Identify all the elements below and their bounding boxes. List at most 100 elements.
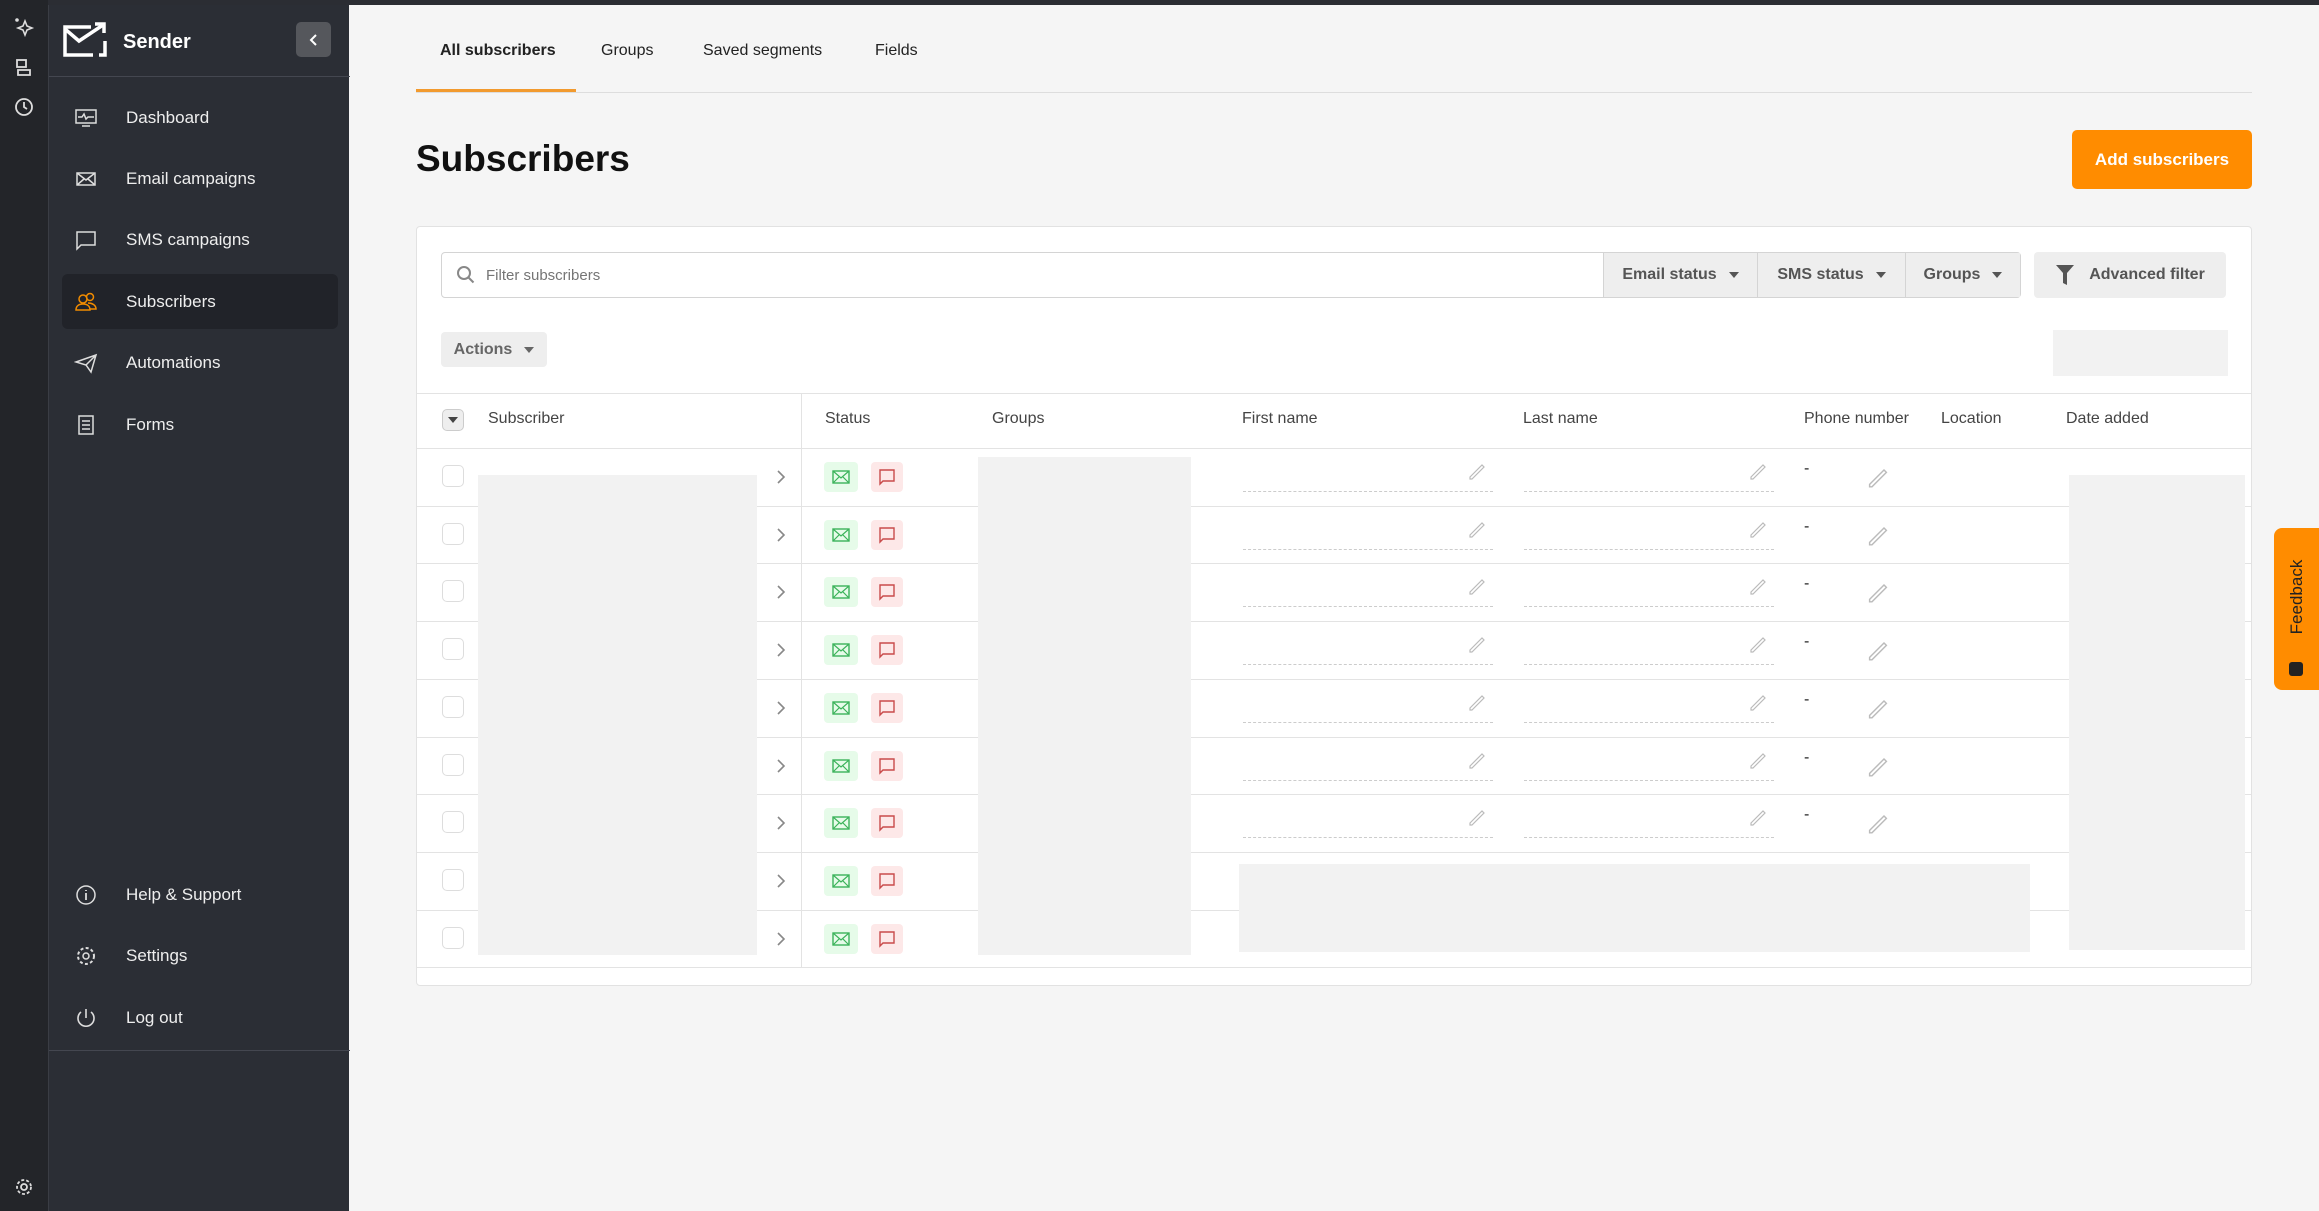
pencil-icon[interactable] (1467, 460, 1487, 480)
pencil-icon[interactable] (1748, 691, 1768, 711)
email-status-badge (824, 462, 858, 492)
chevron-right-icon[interactable] (775, 526, 787, 544)
advanced-filter-button[interactable]: Advanced filter (2034, 252, 2226, 298)
column-header-first-name[interactable]: First name (1242, 410, 1318, 428)
pencil-icon[interactable] (1866, 753, 1890, 777)
envelope-icon (832, 527, 850, 542)
sidebar-item-automations[interactable]: Automations (62, 336, 338, 391)
chevron-right-icon[interactable] (775, 641, 787, 659)
pencil-icon[interactable] (1748, 806, 1768, 826)
clock-icon[interactable] (12, 95, 36, 119)
sms-status-badge (871, 519, 903, 550)
sidebar-item-subscribers[interactable]: Subscribers (62, 274, 338, 330)
pencil-icon[interactable] (1866, 637, 1890, 661)
chevron-right-icon[interactable] (775, 872, 787, 890)
caret-down-icon (1992, 272, 2003, 278)
sidebar-item-label: SMS campaigns (126, 230, 250, 250)
row-checkbox[interactable] (442, 522, 464, 545)
pencil-icon[interactable] (1467, 575, 1487, 595)
groups-label: Groups (1923, 266, 1981, 283)
pencil-icon[interactable] (1467, 806, 1487, 826)
chevron-right-icon[interactable] (775, 757, 787, 775)
devices-icon[interactable] (12, 56, 36, 80)
search-input[interactable] (486, 266, 1603, 284)
row-checkbox[interactable] (442, 580, 464, 603)
row-checkbox[interactable] (442, 465, 464, 487)
sidebar-item-log-out[interactable]: Log out (62, 990, 338, 1045)
sparkle-icon[interactable] (12, 16, 36, 40)
row-checkbox[interactable] (442, 811, 464, 834)
pencil-icon[interactable] (1866, 810, 1890, 834)
column-header-location[interactable]: Location (1941, 410, 2002, 428)
row-checkbox[interactable] (442, 638, 464, 661)
sidebar-item-settings[interactable]: Settings (62, 929, 338, 984)
column-header-status[interactable]: Status (825, 410, 870, 428)
form-icon (78, 414, 94, 435)
gear-icon (77, 947, 95, 965)
tab-all-subscribers[interactable]: All subscribers (440, 42, 556, 60)
envelope-icon (832, 701, 850, 715)
pencil-icon[interactable] (1748, 460, 1768, 480)
feedback-icon (2289, 662, 2303, 676)
pencil-icon[interactable] (1866, 695, 1890, 719)
column-header-groups[interactable]: Groups (992, 410, 1044, 428)
envelope-icon (832, 585, 850, 600)
gear-icon[interactable] (12, 1175, 36, 1199)
chevron-right-icon[interactable] (775, 814, 787, 832)
select-all-checkbox[interactable] (442, 409, 464, 431)
sms-status-dropdown[interactable]: SMS status (1757, 253, 1905, 297)
sms-status-badge (871, 865, 903, 896)
sidebar-item-label: Dashboard (126, 107, 210, 127)
sidebar-item-forms[interactable]: Forms (62, 397, 338, 452)
column-header-subscriber[interactable]: Subscriber (488, 410, 564, 428)
pencil-icon[interactable] (1866, 579, 1890, 603)
chevron-left-icon (309, 33, 317, 46)
chevron-right-icon[interactable] (775, 583, 787, 601)
chat-bubble-icon (879, 700, 895, 717)
pencil-icon[interactable] (1467, 749, 1487, 769)
pencil-icon[interactable] (1748, 749, 1768, 769)
column-header-phone-number[interactable]: Phone number (1804, 410, 1909, 428)
app-name: Sender (123, 31, 191, 53)
pencil-icon[interactable] (1866, 522, 1890, 546)
sidebar-item-email-campaigns[interactable]: Email campaigns (62, 151, 338, 206)
sidebar-item-sms-campaigns[interactable]: SMS campaigns (62, 213, 338, 268)
feedback-tab[interactable]: Feedback (2274, 528, 2319, 690)
collapse-sidebar-button[interactable] (296, 22, 331, 57)
tab-groups[interactable]: Groups (601, 42, 653, 60)
phone-number: - (1804, 460, 1810, 477)
search-field[interactable] (442, 253, 1603, 297)
search-icon (457, 266, 475, 284)
pencil-icon[interactable] (1467, 633, 1487, 653)
email-status-dropdown[interactable]: Email status (1603, 253, 1757, 297)
email-status-badge (824, 635, 858, 666)
row-checkbox[interactable] (442, 753, 464, 776)
pencil-icon[interactable] (1467, 518, 1487, 538)
pencil-icon[interactable] (1467, 691, 1487, 711)
add-subscribers-button[interactable]: Add subscribers (2072, 130, 2252, 189)
tab-saved-segments[interactable]: Saved segments (703, 42, 822, 60)
pencil-icon[interactable] (1866, 464, 1890, 488)
chevron-right-icon[interactable] (775, 468, 787, 486)
row-checkbox[interactable] (442, 926, 464, 949)
pencil-icon[interactable] (1748, 633, 1768, 653)
row-checkbox[interactable] (442, 695, 464, 718)
column-header-date-added[interactable]: Date added (2066, 410, 2149, 428)
email-status-badge (824, 692, 858, 723)
pencil-icon[interactable] (1748, 518, 1768, 538)
redacted-subscriber-emails (478, 475, 757, 955)
row-checkbox[interactable] (442, 868, 464, 891)
actions-dropdown[interactable]: Actions (441, 332, 547, 367)
column-header-last-name[interactable]: Last name (1523, 410, 1598, 428)
sidebar-item-dashboard[interactable]: Dashboard (62, 90, 338, 145)
pencil-icon[interactable] (1748, 575, 1768, 595)
tab-fields[interactable]: Fields (875, 42, 918, 60)
groups-dropdown[interactable]: Groups (1905, 253, 2020, 297)
sidebar-item-help-support[interactable]: Help & Support (62, 867, 338, 922)
chevron-right-icon[interactable] (775, 699, 787, 717)
feedback-label: Feedback (2286, 559, 2306, 635)
divider (49, 76, 350, 77)
phone-number: - (1804, 748, 1810, 766)
redacted-groups (978, 457, 1191, 955)
chevron-right-icon[interactable] (775, 930, 787, 948)
